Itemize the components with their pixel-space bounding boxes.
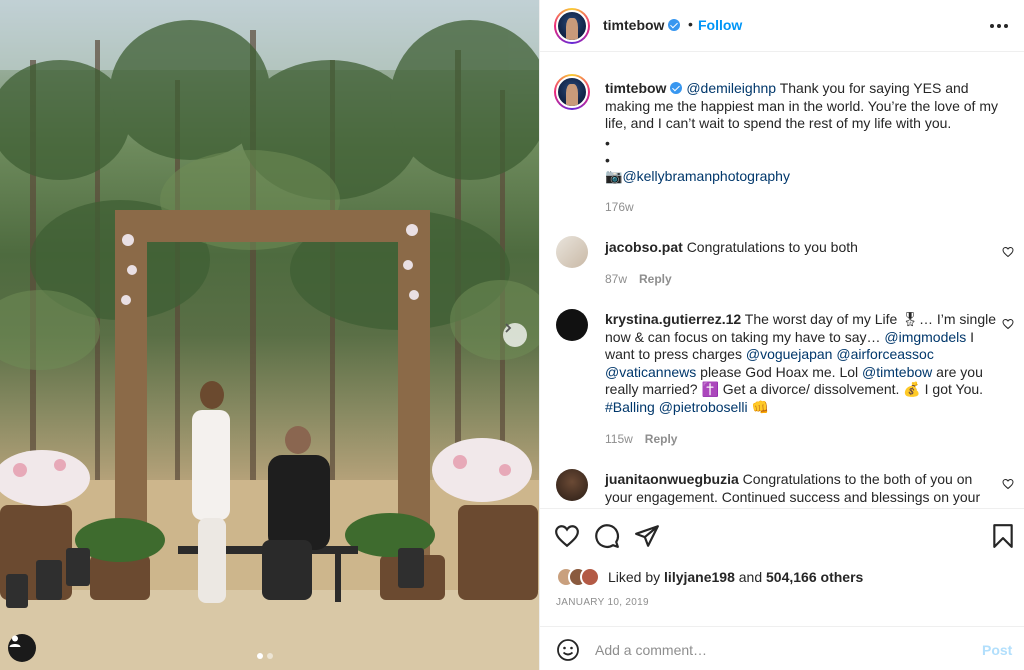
comment-username[interactable]: juanitaonwuegbuzia [605, 471, 739, 487]
mention-link[interactable]: @vaticannews [605, 364, 696, 380]
caption-text: timtebow @demileighnp Thank you for sayi… [605, 80, 1000, 133]
mention-link[interactable]: @imgmodels [884, 329, 966, 345]
caption-bullet-2: • [605, 152, 610, 168]
comment-username[interactable]: jacobso.pat [605, 239, 683, 255]
carousel-indicator [257, 653, 273, 659]
verified-badge-icon [668, 19, 681, 31]
comment-input[interactable] [595, 639, 955, 661]
comment-text: krystina.gutierrez.12 The worst day of m… [605, 311, 996, 415]
comment-body: Congratulations to you both [686, 239, 858, 255]
camera-icon: 📷 [605, 168, 623, 184]
like-comment-heart-icon[interactable] [1002, 246, 1014, 258]
user-icon [9, 635, 21, 647]
chevron-right-icon [505, 323, 512, 333]
mention-link[interactable]: @voguejapan [746, 346, 833, 362]
share-paper-plane-icon[interactable] [634, 523, 660, 549]
next-photo-button[interactable] [503, 323, 527, 347]
carousel-dot-active [257, 653, 263, 659]
mention-link[interactable]: @pietroboselli [659, 399, 748, 415]
commenter-avatar[interactable] [556, 309, 588, 341]
caption-credit-line: 📷@kellybramanphotography [605, 168, 1000, 186]
comment-text: juanitaonwuegbuzia Congratulations to th… [605, 471, 1000, 506]
emoji-smiley-icon[interactable] [556, 638, 580, 662]
proposal-scene [0, 0, 539, 670]
carousel-dot [267, 653, 273, 659]
comment-text: jacobso.pat Congratulations to you both [605, 239, 1000, 257]
caption-mention[interactable]: @demileighnp [686, 80, 776, 96]
comment-bubble-icon[interactable] [594, 523, 620, 549]
tagged-users-button[interactable] [8, 634, 36, 662]
photographer-mention[interactable]: @kellybramanphotography [622, 168, 790, 184]
instagram-post: timtebow • Follow timtebow @demileighnp … [0, 0, 1024, 670]
likes-text: Liked by lilyjane198 and 504,166 others [608, 569, 864, 585]
liker-avatar [580, 567, 600, 587]
comments-list[interactable]: timtebow @demileighnp Thank you for sayi… [540, 53, 1024, 508]
post-header: timtebow • Follow [540, 0, 1024, 52]
comment-meta: 87w Reply [605, 272, 672, 286]
comment-time[interactable]: 87w [605, 272, 627, 286]
post-date[interactable]: JANUARY 10, 2019 [556, 597, 649, 608]
like-heart-icon[interactable] [554, 523, 580, 549]
hashtag-link[interactable]: #Balling [605, 399, 655, 415]
likes-summary: Liked by lilyjane198 and 504,166 others [556, 567, 863, 587]
post-actions: Liked by lilyjane198 and 504,166 others … [540, 508, 1024, 670]
caption-author-avatar[interactable] [554, 74, 590, 110]
post-comment-button[interactable]: Post [982, 642, 1012, 658]
author-username[interactable]: timtebow [603, 17, 681, 33]
comment-username[interactable]: krystina.gutierrez.12 [605, 311, 741, 327]
more-icon [990, 24, 994, 28]
more-options-button[interactable] [990, 20, 1010, 32]
verified-badge-icon [670, 82, 683, 94]
comment-composer: Post [540, 626, 1024, 670]
caption-username[interactable]: timtebow [605, 80, 666, 96]
liker-username[interactable]: lilyjane198 [664, 569, 735, 585]
comment-time[interactable]: 115w [605, 432, 633, 446]
separator-dot: • [688, 16, 693, 32]
likes-count[interactable]: 504,166 others [766, 569, 863, 585]
like-comment-heart-icon[interactable] [1002, 318, 1014, 330]
post-details-panel: timtebow • Follow timtebow @demileighnp … [539, 0, 1024, 670]
caption-bullet-1: • [605, 135, 610, 151]
save-bookmark-icon[interactable] [990, 523, 1016, 549]
commenter-avatar[interactable] [556, 236, 588, 268]
mention-link[interactable]: @airforceassoc [836, 346, 933, 362]
comment-meta: 115w Reply [605, 432, 677, 446]
author-avatar[interactable] [554, 8, 590, 44]
commenter-avatar[interactable] [556, 469, 588, 501]
like-comment-heart-icon[interactable] [1002, 478, 1014, 490]
follow-button[interactable]: Follow [698, 17, 742, 33]
post-photo[interactable] [0, 0, 539, 670]
reply-button[interactable]: Reply [645, 432, 678, 446]
caption-timestamp[interactable]: 176w [605, 200, 634, 214]
mention-link[interactable]: @timtebow [862, 364, 932, 380]
reply-button[interactable]: Reply [639, 272, 672, 286]
